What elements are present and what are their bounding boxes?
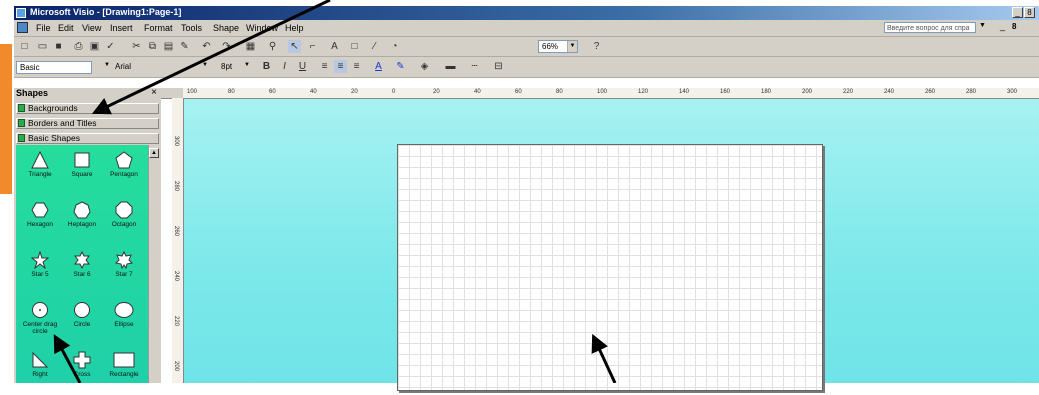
- arrow-to-center-drag-circle: [53, 334, 82, 383]
- annotation-arrows: [53, 0, 617, 383]
- arrow-to-drawing-page: [591, 333, 617, 383]
- arrow-to-backgrounds: [91, 0, 331, 115]
